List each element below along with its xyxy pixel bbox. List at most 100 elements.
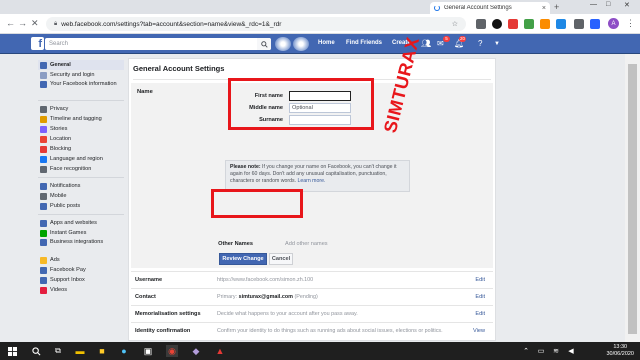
sidebar-item-facebook-pay[interactable]: Facebook Pay xyxy=(38,265,124,275)
shield-icon xyxy=(40,71,47,79)
window-close-button[interactable]: ✕ xyxy=(624,1,630,9)
sidebar-item-apps-and-websites[interactable]: Apps and websites xyxy=(38,218,124,228)
apps-icon xyxy=(40,219,47,227)
sidebar-item-ads[interactable]: Ads xyxy=(38,255,124,265)
ads-icon xyxy=(40,256,47,264)
sidebar-item-blocking[interactable]: Blocking xyxy=(38,144,124,154)
sidebar-item-general[interactable]: General xyxy=(38,60,124,70)
maximize-button[interactable]: □ xyxy=(606,1,610,8)
network-icon[interactable]: ▭ xyxy=(535,345,547,357)
sidebar-item-mobile[interactable]: Mobile xyxy=(38,191,124,201)
sidebar-item-support-inbox[interactable]: Support Inbox xyxy=(38,275,124,285)
task-view-icon[interactable]: ⧉ xyxy=(52,345,64,357)
browser-tab[interactable]: General Account Settings × xyxy=(430,2,550,14)
app-icon[interactable]: ▣ xyxy=(142,345,154,357)
edge-icon[interactable]: ● xyxy=(118,345,130,357)
add-other-names-link[interactable]: Add other names xyxy=(285,241,328,247)
search-icon[interactable] xyxy=(257,38,271,50)
sidebar-divider xyxy=(38,100,124,101)
system-clock[interactable]: 13:30 30/06/2020 xyxy=(606,344,634,358)
extension-icon[interactable] xyxy=(476,19,486,29)
sidebar-item-label: Your Facebook information xyxy=(50,81,117,87)
sidebar-item-videos[interactable]: Videos xyxy=(38,285,124,295)
tray-chevron-icon[interactable]: ⌃ xyxy=(520,345,532,357)
search-icon[interactable] xyxy=(30,345,42,357)
extension-icon[interactable] xyxy=(590,19,600,29)
identity-confirmation-row[interactable]: Identity confirmation Confirm your ident… xyxy=(131,322,493,342)
lock-icon xyxy=(40,105,47,113)
new-tab-button[interactable]: + xyxy=(554,2,559,12)
browser-tab-strip: General Account Settings × + — □ ✕ xyxy=(0,0,640,14)
search-input[interactable]: Search xyxy=(45,38,271,50)
identity-confirmation-view-link[interactable]: View xyxy=(473,328,485,334)
sidebar-item-timeline-and-tagging[interactable]: Timeline and tagging xyxy=(38,114,124,124)
games-icon xyxy=(40,229,47,237)
support-icon xyxy=(40,276,47,284)
account-menu-icon[interactable]: ▼ xyxy=(494,41,500,47)
sidebar-item-public-posts[interactable]: Public posts xyxy=(38,201,124,211)
facebook-logo[interactable]: f xyxy=(31,37,44,50)
sidebar-item-label: Stories xyxy=(50,126,68,132)
name-change-note: Please note: If you change your name on … xyxy=(225,160,410,192)
learn-more-link[interactable]: Learn more. xyxy=(297,178,325,184)
sidebar-item-notifications[interactable]: Notifications xyxy=(38,181,124,191)
cancel-button[interactable]: Cancel xyxy=(269,253,293,265)
sidebar-item-language-and-region[interactable]: Language and region xyxy=(38,154,124,164)
sidebar-item-security-and-login[interactable]: Security and login xyxy=(38,70,124,80)
profile-name-blurred[interactable] xyxy=(293,37,309,51)
memorialisation-edit-link[interactable]: Edit xyxy=(475,311,485,317)
store-icon[interactable]: ■ xyxy=(96,345,108,357)
stop-icon[interactable]: ✕ xyxy=(31,18,39,29)
windows-start-icon[interactable] xyxy=(6,345,18,357)
scrollbar-thumb[interactable] xyxy=(628,64,637,334)
username-edit-link[interactable]: Edit xyxy=(475,277,485,283)
address-bar[interactable]: 🔒︎ web.facebook.com/settings?tab=account… xyxy=(46,17,466,31)
profile-picture[interactable] xyxy=(275,37,291,51)
volume-icon[interactable]: ◀ xyxy=(565,345,577,357)
chrome-icon[interactable]: ◉ xyxy=(166,345,178,357)
forward-icon[interactable]: → xyxy=(18,18,27,28)
extension-icon[interactable] xyxy=(574,19,584,29)
nav-home[interactable]: Home xyxy=(318,40,335,46)
extension-icon[interactable] xyxy=(492,19,502,29)
sidebar-item-location[interactable]: Location xyxy=(38,134,124,144)
face-icon xyxy=(40,165,47,173)
extension-icon[interactable] xyxy=(524,19,534,29)
memorialisation-row[interactable]: Memorialisation settings Decide what hap… xyxy=(131,305,493,321)
url-text: web.facebook.com/settings?tab=account&se… xyxy=(61,20,282,28)
star-icon[interactable]: ☆ xyxy=(452,20,458,28)
help-icon[interactable]: ? xyxy=(478,39,482,48)
tab-title: General Account Settings xyxy=(444,5,512,11)
contact-row[interactable]: Contact Primary: simturax@gmail.com (Pen… xyxy=(131,288,493,304)
app-icon[interactable]: ▲ xyxy=(214,345,226,357)
sidebar-item-label: General xyxy=(50,62,71,68)
other-names-label: Other Names xyxy=(218,241,253,247)
extension-icon[interactable] xyxy=(508,19,518,29)
profile-avatar[interactable]: A xyxy=(608,18,619,29)
app-icon[interactable]: ◆ xyxy=(190,345,202,357)
sidebar-item-instant-games[interactable]: Instant Games xyxy=(38,228,124,238)
menu-icon[interactable]: ⋮ xyxy=(626,18,635,29)
extension-icon[interactable] xyxy=(556,19,566,29)
browser-toolbar: ← → ✕ 🔒︎ web.facebook.com/settings?tab=a… xyxy=(0,14,640,34)
sidebar-item-stories[interactable]: Stories xyxy=(38,124,124,134)
page-scrollbar[interactable] xyxy=(625,54,640,342)
sidebar-item-privacy[interactable]: Privacy xyxy=(38,104,124,114)
wifi-icon[interactable]: ≋ xyxy=(550,345,562,357)
contact-edit-link[interactable]: Edit xyxy=(475,294,485,300)
back-icon[interactable]: ← xyxy=(6,18,15,28)
extension-icon[interactable] xyxy=(540,19,550,29)
tab-close-icon[interactable]: × xyxy=(542,5,546,12)
nav-find-friends[interactable]: Find Friends xyxy=(346,40,382,46)
sidebar-item-label: Language and region xyxy=(50,156,103,162)
sidebar-item-your-facebook-information[interactable]: Your Facebook information xyxy=(38,80,124,97)
identity-confirmation-label: Identity confirmation xyxy=(135,328,191,334)
sidebar-item-face-recognition[interactable]: Face recognition xyxy=(38,164,124,174)
review-change-button[interactable]: Review Change xyxy=(219,253,267,265)
username-label: Username xyxy=(135,277,163,283)
sidebar-item-business-integrations[interactable]: Business integrations xyxy=(38,238,124,255)
minimize-button[interactable]: — xyxy=(590,1,597,8)
username-row[interactable]: Username https://www.facebook.com/simon.… xyxy=(131,271,493,287)
file-explorer-icon[interactable]: ▬ xyxy=(74,345,86,357)
note-bold: Please note: xyxy=(230,164,261,170)
